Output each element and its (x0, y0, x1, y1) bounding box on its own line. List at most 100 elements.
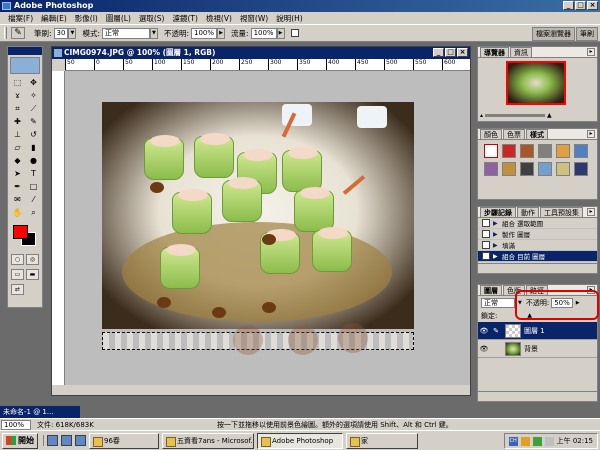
tray-app-icon[interactable] (520, 436, 530, 446)
move-tool-icon[interactable]: ✥ (26, 77, 41, 89)
magic-wand-tool-icon[interactable]: ✧ (26, 90, 41, 102)
tray-volume-icon[interactable] (544, 436, 554, 446)
style-swatch[interactable] (538, 144, 552, 158)
airbrush-toggle[interactable] (290, 29, 299, 37)
clone-stamp-tool-icon[interactable]: ⊥ (10, 129, 25, 141)
brush-dropdown-icon[interactable]: ▼ (68, 27, 77, 39)
ime-indicator[interactable]: CH (508, 436, 518, 446)
navigator-thumbnail[interactable] (506, 61, 566, 105)
type-tool-icon[interactable]: T (26, 168, 41, 180)
style-swatch[interactable] (520, 144, 534, 158)
taskbar-task[interactable]: 96春 (89, 432, 159, 449)
palette-well-brushes[interactable]: 筆刷 (576, 27, 598, 41)
eyedropper-tool-icon[interactable]: ⁄ (26, 194, 41, 206)
healing-brush-tool-icon[interactable]: ✚ (10, 116, 25, 128)
close-button[interactable]: × (587, 1, 598, 10)
menu-window[interactable]: 視窗(W) (236, 13, 272, 24)
pen-tool-icon[interactable]: ✒ (10, 181, 25, 193)
minimized-document[interactable]: 未命名-1 @ 1... (0, 406, 80, 418)
blend-mode-select[interactable]: 正常 (481, 297, 515, 308)
menu-filter[interactable]: 濾鏡(T) (169, 13, 202, 24)
doc-close-button[interactable]: × (457, 48, 468, 57)
taskbar-task[interactable]: 家 (346, 432, 418, 449)
flow-field[interactable]: 100% (250, 27, 277, 39)
hand-tool-icon[interactable]: ✋ (10, 207, 25, 219)
tab-layers[interactable]: 圖層 (480, 285, 502, 295)
tab-info[interactable]: 資訊 (510, 47, 532, 57)
quick-launch-ie-icon[interactable] (61, 435, 72, 446)
layer-row-selected[interactable]: 👁 ✎ 圖層 1 (478, 322, 597, 340)
adobe-logo-icon[interactable] (10, 57, 40, 74)
style-swatch[interactable] (574, 162, 588, 176)
tab-tool-presets[interactable]: 工具預設集 (540, 207, 583, 217)
tray-network-icon[interactable] (532, 436, 542, 446)
mode-dropdown-icon[interactable]: ▼ (149, 27, 158, 39)
panel-menu-icon[interactable]: ▸ (587, 208, 595, 216)
marquee-tool-icon[interactable]: ⬚ (10, 77, 25, 89)
quick-launch-desktop-icon[interactable] (47, 435, 58, 446)
path-selection-tool-icon[interactable]: ➤ (10, 168, 25, 180)
shape-tool-icon[interactable]: □ (26, 181, 41, 193)
panel-menu-icon[interactable]: ▸ (587, 48, 595, 56)
standard-mode-icon[interactable]: ○ (11, 254, 24, 265)
crop-tool-icon[interactable]: ⌗ (10, 103, 25, 115)
style-swatch[interactable] (520, 162, 534, 176)
opacity-field[interactable]: 100% (191, 27, 218, 39)
clock[interactable]: 上午 02:15 (557, 436, 593, 446)
history-checkbox[interactable] (482, 219, 490, 227)
document-title-bar[interactable]: CIMG0974.JPG @ 100% (圖層 1, RGB) _ □ × (52, 47, 470, 59)
document-size-info[interactable]: 文件: 618K/683K (37, 420, 157, 430)
layer-visibility-eye-icon[interactable]: 👁 (478, 327, 490, 335)
zoom-in-icon[interactable]: ▲ (547, 112, 552, 119)
history-checkbox[interactable] (482, 230, 490, 238)
history-brush-tool-icon[interactable]: ↺ (26, 129, 41, 141)
options-grip[interactable] (4, 27, 7, 39)
menu-select[interactable]: 選取(S) (135, 13, 169, 24)
mode-select[interactable]: 正常 (101, 27, 150, 39)
slice-tool-icon[interactable]: ⟋ (26, 103, 41, 115)
quick-mask-mode-icon[interactable]: ◎ (26, 254, 39, 265)
zoom-level-field[interactable]: 100% (1, 419, 31, 430)
menu-help[interactable]: 說明(H) (272, 13, 307, 24)
history-item[interactable]: ▶ 製作 圖層 (478, 229, 597, 240)
brush-tool-preset-icon[interactable]: ✎ (11, 27, 25, 39)
jump-to-imageready-icon[interactable]: ⇄ (11, 284, 24, 295)
history-checkbox[interactable] (482, 241, 490, 249)
history-item[interactable]: ▶ 組合 選取範圍 (478, 218, 597, 229)
dodge-tool-icon[interactable]: ● (26, 155, 41, 167)
history-item-selected[interactable]: ▶ 組合 目前 圖層 (478, 251, 597, 262)
history-checkbox[interactable] (482, 252, 490, 260)
dashed-selection-marquee[interactable] (102, 323, 414, 355)
tab-actions[interactable]: 動作 (517, 207, 539, 217)
menu-file[interactable]: 檔案(F) (4, 13, 37, 24)
palette-well-file-browser[interactable]: 檔案瀏覽器 (532, 27, 575, 41)
style-swatch[interactable] (502, 144, 516, 158)
tab-styles[interactable]: 樣式 (526, 129, 548, 139)
style-swatch[interactable] (556, 162, 570, 176)
style-swatch[interactable] (556, 144, 570, 158)
quick-launch-outlook-icon[interactable] (75, 435, 86, 446)
tab-color[interactable]: 顏色 (480, 129, 502, 139)
panel-menu-icon[interactable]: ▸ (587, 130, 595, 138)
food-photo[interactable] (102, 102, 414, 329)
doc-maximize-button[interactable]: □ (445, 48, 456, 57)
gradient-tool-icon[interactable]: ▮ (26, 142, 41, 154)
start-button[interactable]: 開始 (2, 432, 38, 449)
tab-navigator[interactable]: 導覽器 (480, 47, 509, 57)
layer-row[interactable]: 👁 背景 (478, 340, 597, 358)
menu-layer[interactable]: 圖層(L) (102, 13, 135, 24)
style-swatch[interactable] (502, 162, 516, 176)
flow-dropdown-icon[interactable]: ▶ (276, 27, 285, 39)
style-swatch[interactable] (574, 144, 588, 158)
screen-mode-full-icon[interactable]: ▬ (26, 269, 39, 280)
zoom-out-icon[interactable]: ▴ (480, 112, 483, 119)
style-swatch-none[interactable] (484, 144, 498, 158)
menu-view[interactable]: 檢視(V) (202, 13, 236, 24)
tab-history[interactable]: 步驟記錄 (480, 207, 516, 217)
menu-edit[interactable]: 編輯(E) (37, 13, 71, 24)
style-swatch[interactable] (484, 162, 498, 176)
brush-tool-icon[interactable]: ✎ (26, 116, 41, 128)
taskbar-task-active[interactable]: Adobe Photoshop (257, 432, 343, 449)
blur-tool-icon[interactable]: ◆ (10, 155, 25, 167)
lasso-tool-icon[interactable]: ɤ (10, 90, 25, 102)
